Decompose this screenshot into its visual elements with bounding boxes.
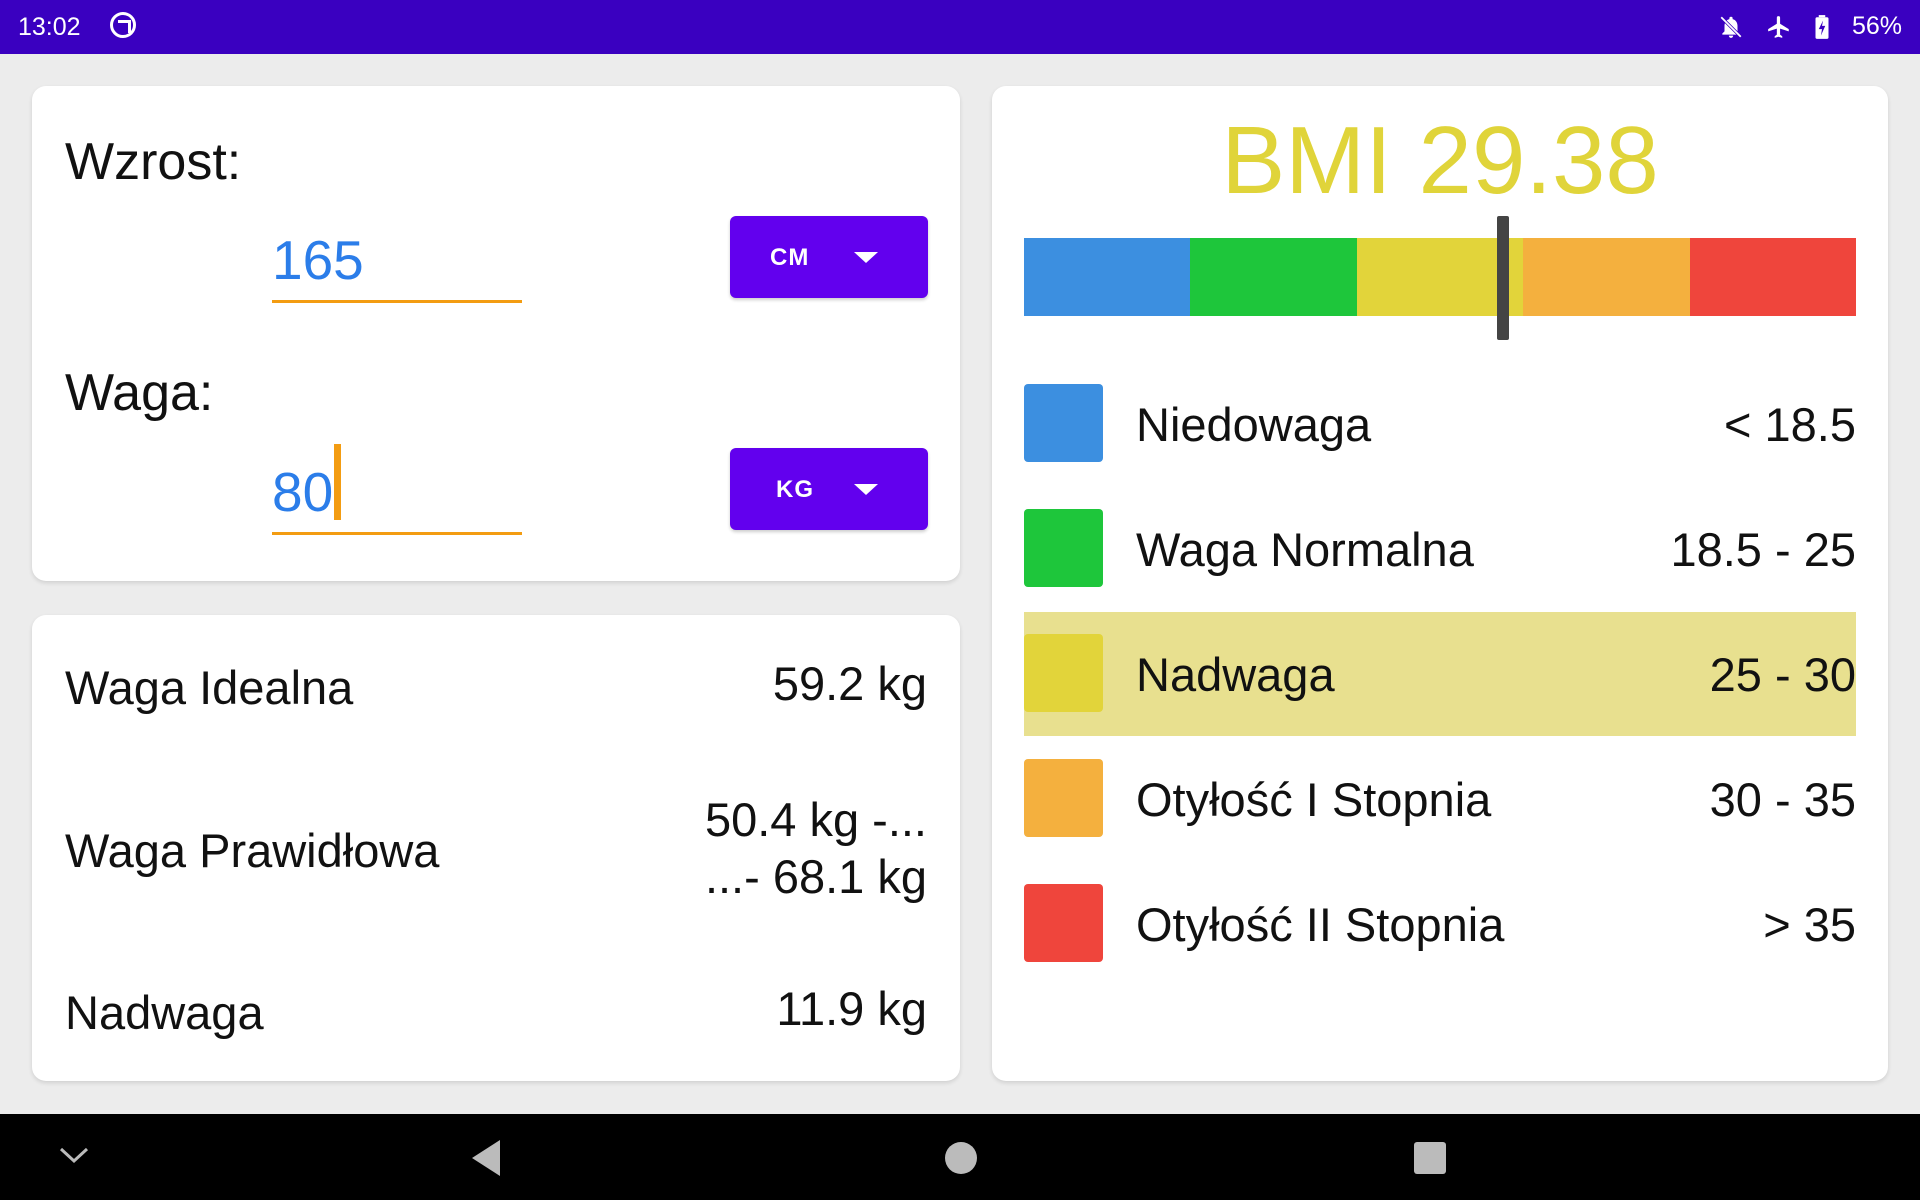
category-name: Otyłość II Stopnia xyxy=(1136,898,1505,951)
weight-label: Waga: xyxy=(65,364,214,422)
bmi-category-row: Nadwaga 25 - 30 xyxy=(1024,612,1856,736)
normal-weight-value: 50.4 kg -... ...- 68.1 kg xyxy=(705,791,927,905)
battery-charging-icon xyxy=(1814,14,1830,40)
navigation-bar xyxy=(0,1114,1920,1200)
weight-unit-dropdown[interactable]: KG xyxy=(730,448,928,530)
bmi-marker xyxy=(1496,216,1509,340)
bmi-category-row: Waga Normalna 18.5 - 25 xyxy=(1024,487,1856,611)
weight-value: 80 xyxy=(272,461,334,523)
battery-percent: 56% xyxy=(1851,12,1902,40)
chevron-down-icon xyxy=(854,484,878,495)
bmi-category-row: Otyłość II Stopnia > 35 xyxy=(1024,862,1856,986)
category-color-swatch xyxy=(1024,634,1103,712)
overweight-label: Nadwaga xyxy=(65,986,264,1039)
category-color-swatch xyxy=(1024,509,1103,587)
sync-ring-icon xyxy=(110,12,136,38)
results-card: Waga Idealna 59.2 kg Waga Prawidłowa 50.… xyxy=(32,615,960,1081)
text-cursor xyxy=(334,444,342,520)
category-name: Nadwaga xyxy=(1136,648,1335,701)
category-range: > 35 xyxy=(1763,898,1856,951)
overweight-value: 11.9 kg xyxy=(776,982,927,1035)
weight-value-wrap: 80 xyxy=(272,444,342,524)
normal-weight-line1: 50.4 kg -... xyxy=(704,793,927,846)
bmi-scale-segment xyxy=(1523,238,1690,316)
ideal-weight-value: 59.2 kg xyxy=(772,657,927,710)
airplane-mode-icon xyxy=(1766,14,1792,40)
bmi-category-row: Otyłość I Stopnia 30 - 35 xyxy=(1024,737,1856,861)
notifications-off-icon xyxy=(1718,14,1744,40)
height-value: 165 xyxy=(272,229,364,291)
height-unit-label: CM xyxy=(770,244,810,271)
status-right: 56% xyxy=(1718,12,1902,41)
category-color-swatch xyxy=(1024,884,1103,962)
normal-weight-line2: ...- 68.1 kg xyxy=(704,850,927,903)
weight-input[interactable]: 80 xyxy=(272,444,522,535)
collapse-chevron-icon[interactable] xyxy=(58,1143,90,1167)
normal-weight-label: Waga Prawidłowa xyxy=(65,824,440,877)
recents-icon[interactable] xyxy=(1413,1141,1447,1175)
category-range: 18.5 - 25 xyxy=(1670,523,1856,576)
chevron-down-icon xyxy=(854,252,878,263)
ideal-weight-label: Waga Idealna xyxy=(65,661,354,714)
bmi-card: BMI 29.38 Niedowaga < 18.5 Waga Normalna 18… xyxy=(992,86,1888,1081)
bmi-scale-segment xyxy=(1689,238,1857,316)
category-name: Waga Normalna xyxy=(1136,523,1474,576)
bmi-scale xyxy=(1024,238,1857,316)
category-range: 25 - 30 xyxy=(1709,648,1856,701)
weight-unit-label: KG xyxy=(776,476,814,503)
bmi-title: BMI 29.38 xyxy=(1221,107,1659,214)
bmi-category-row: Niedowaga < 18.5 xyxy=(1024,362,1856,486)
status-bar: 13:02 56% xyxy=(0,0,1920,54)
height-label: Wzrost: xyxy=(65,133,242,191)
category-name: Niedowaga xyxy=(1136,398,1372,451)
category-name: Otyłość I Stopnia xyxy=(1136,773,1492,826)
bmi-scale-segment xyxy=(1190,238,1357,316)
height-unit-dropdown[interactable]: CM xyxy=(730,216,928,298)
category-range: 30 - 35 xyxy=(1709,773,1856,826)
height-input[interactable]: 165 xyxy=(272,216,522,303)
status-time: 13:02 xyxy=(18,13,81,41)
category-range: < 18.5 xyxy=(1724,398,1856,451)
category-color-swatch xyxy=(1024,759,1103,837)
input-card: Wzrost: 165 CM Waga: 80 KG xyxy=(32,86,960,581)
bmi-scale-segment xyxy=(1024,238,1191,316)
home-icon[interactable] xyxy=(944,1141,978,1175)
category-color-swatch xyxy=(1024,384,1103,462)
back-icon[interactable] xyxy=(468,1138,504,1178)
